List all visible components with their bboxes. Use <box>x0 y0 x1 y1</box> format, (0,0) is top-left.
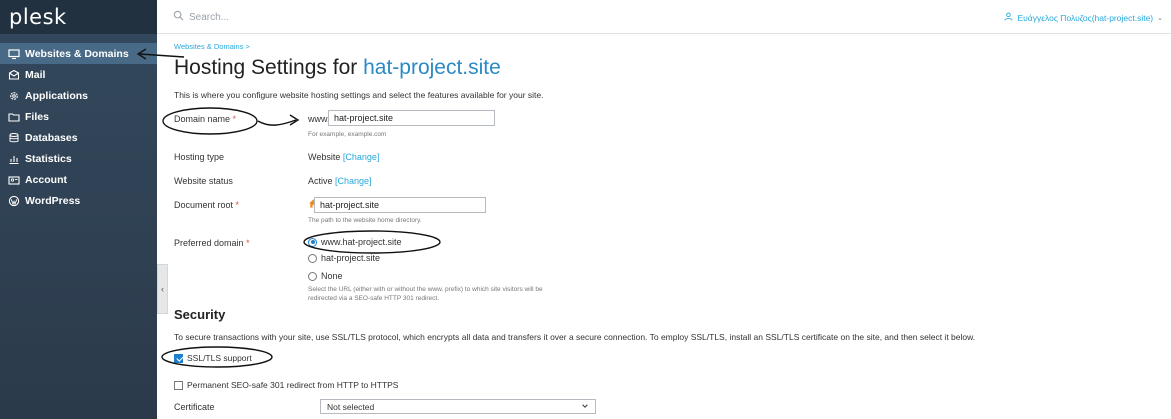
security-heading: Security <box>174 307 226 322</box>
search-icon <box>173 10 189 24</box>
sidebar-item-files[interactable]: Files <box>0 106 157 127</box>
hint-line: Select the URL (either with or without t… <box>308 286 543 293</box>
main-content: Websites & Domains > Hosting Settings fo… <box>157 35 1171 419</box>
option-label: hat-project.site <box>321 253 381 263</box>
sidebar-item-databases[interactable]: Databases <box>0 127 157 148</box>
preferred-domain-option-www[interactable]: www.hat-project.site <box>308 237 402 247</box>
certificate-select[interactable]: Not selected <box>320 399 596 414</box>
sidebar-item-mail[interactable]: Mail <box>0 64 157 85</box>
user-name: Ευάγγελος Πολυζος(hat-project.site) <box>1017 12 1154 23</box>
hosting-type-value: Website [Change] <box>308 152 379 162</box>
page-title-domain: hat-project.site <box>363 56 501 79</box>
sidebar-item-label: Websites & Domains <box>25 47 129 60</box>
sidebar: plesk Websites & Domains Mail Applicatio… <box>0 0 157 419</box>
ssl-support-label: SSL/TLS support <box>187 353 252 363</box>
ssl-support-checkbox[interactable] <box>174 353 183 363</box>
breadcrumb[interactable]: Websites & Domains > <box>174 42 250 51</box>
intro-text: This is where you configure website host… <box>174 90 544 100</box>
sidebar-item-label: WordPress <box>25 194 81 207</box>
label-text: Domain name <box>174 114 231 124</box>
sidebar-item-account[interactable]: Account <box>0 169 157 190</box>
user-icon <box>1004 12 1017 23</box>
account-icon <box>7 173 21 187</box>
preferred-domain-option-plain[interactable]: hat-project.site <box>308 253 380 263</box>
preferred-domain-option-none[interactable]: None <box>308 271 343 281</box>
website-status-text: Active <box>308 176 333 186</box>
logo-bar: plesk <box>0 0 157 34</box>
domain-name-hint: For example, example.com <box>308 131 387 138</box>
radio-selected[interactable] <box>308 237 317 247</box>
sidebar-item-label: Files <box>25 110 49 123</box>
search-box[interactable]: Search... <box>173 10 229 24</box>
document-root-label: Document root * <box>174 200 239 210</box>
security-description: To secure transactions with your site, u… <box>174 332 976 342</box>
preferred-domain-hint: Select the URL (either with or without t… <box>308 285 543 303</box>
top-bar: Search... Ευάγγελος Πολυζος(hat-project.… <box>157 0 1171 34</box>
hint-line: redirected via a SEO-safe HTTP 301 redir… <box>308 295 440 302</box>
preferred-domain-label: Preferred domain * <box>174 238 250 248</box>
hosting-type-text: Website <box>308 152 341 162</box>
required-mark: * <box>246 238 250 248</box>
https-redirect-label: Permanent SEO-safe 301 redirect from HTT… <box>187 380 399 390</box>
radio-unselected[interactable] <box>308 271 317 281</box>
folder-icon <box>7 110 21 124</box>
gear-icon <box>7 89 21 103</box>
website-status-label: Website status <box>174 176 233 186</box>
sidebar-item-applications[interactable]: Applications <box>0 85 157 106</box>
hosting-type-label: Hosting type <box>174 152 225 162</box>
sidebar-item-label: Statistics <box>25 152 72 165</box>
sidebar-item-label: Mail <box>25 68 46 81</box>
website-status-change-link[interactable]: [Change] <box>335 176 372 186</box>
certificate-label: Certificate <box>174 402 215 412</box>
sidebar-item-label: Databases <box>25 131 78 144</box>
website-status-value: Active [Change] <box>308 176 372 186</box>
sidebar-item-wordpress[interactable]: WordPress <box>0 190 157 211</box>
chevron-down-icon: ⌄ <box>1157 14 1163 22</box>
chart-icon <box>7 152 21 166</box>
sidebar-item-label: Applications <box>25 89 89 102</box>
label-text: Document root <box>174 200 234 210</box>
hosting-type-change-link[interactable]: [Change] <box>343 152 380 162</box>
sidebar-item-statistics[interactable]: Statistics <box>0 148 157 169</box>
ssl-support-option[interactable]: SSL/TLS support <box>174 353 252 363</box>
plesk-logo[interactable]: plesk <box>9 5 67 29</box>
page-title: Hosting Settings for hat-project.site <box>174 56 501 80</box>
mail-icon <box>7 68 21 82</box>
required-mark: * <box>235 200 240 210</box>
chevron-down-icon <box>581 402 589 412</box>
document-root-hint: The path to the website home directory. <box>308 217 422 224</box>
monitor-icon <box>7 47 21 61</box>
page-title-prefix: Hosting Settings for <box>174 56 364 79</box>
database-icon <box>7 131 21 145</box>
sidebar-item-label: Account <box>25 173 67 186</box>
document-root-input[interactable]: hat-project.site <box>314 197 486 213</box>
domain-name-input[interactable]: hat-project.site <box>328 110 495 126</box>
domain-name-label: Domain name * <box>174 114 236 124</box>
https-redirect-checkbox[interactable] <box>174 380 183 390</box>
radio-unselected[interactable] <box>308 253 317 263</box>
option-label: None <box>321 271 343 281</box>
sidebar-item-websites-domains[interactable]: Websites & Domains <box>0 43 157 64</box>
required-mark: * <box>232 114 237 124</box>
search-input[interactable]: Search... <box>189 12 229 23</box>
label-text: Preferred domain <box>174 238 244 248</box>
user-menu[interactable]: Ευάγγελος Πολυζος(hat-project.site) ⌄ <box>1004 12 1163 23</box>
www-prefix: www. <box>308 114 330 124</box>
certificate-selected-value: Not selected <box>327 401 375 412</box>
wordpress-icon <box>7 194 21 208</box>
option-label: www.hat-project.site <box>321 237 402 247</box>
https-redirect-option[interactable]: Permanent SEO-safe 301 redirect from HTT… <box>174 380 398 390</box>
